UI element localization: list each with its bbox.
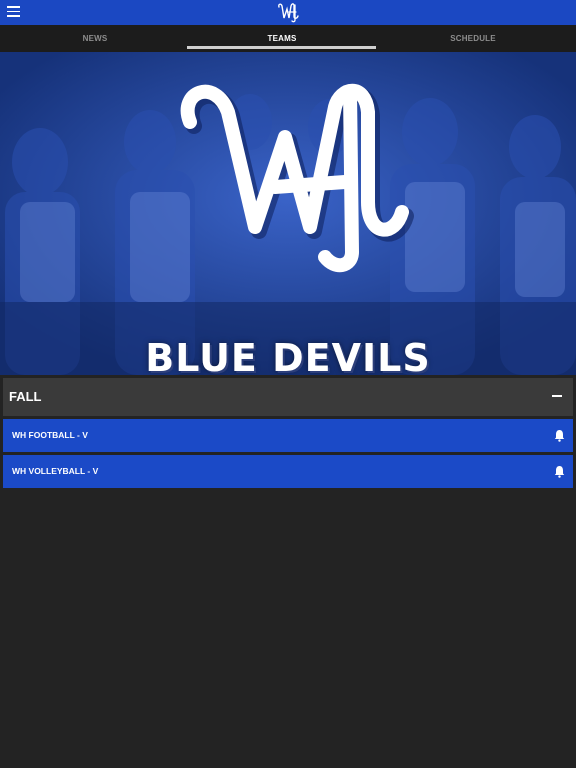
school-logo-icon: [276, 2, 300, 23]
season-header-fall[interactable]: FALL: [3, 378, 573, 416]
team-label: WH VOLLEYBALL - V: [12, 466, 99, 476]
hero-title: BLUE DEVILS: [145, 336, 431, 375]
team-row-volleyball[interactable]: WH VOLLEYBALL - V: [3, 455, 573, 488]
tab-news[interactable]: NEWS: [0, 25, 190, 52]
season-label: FALL: [9, 389, 42, 404]
active-tab-indicator: [187, 46, 376, 49]
team-row-football[interactable]: WH FOOTBALL - V: [3, 419, 573, 452]
hamburger-menu-icon[interactable]: [7, 6, 21, 18]
top-bar: [0, 0, 576, 25]
crowd-photo-image: [0, 52, 576, 375]
tab-schedule[interactable]: SCHEDULE: [378, 25, 568, 52]
hero-banner: BLUE DEVILS: [0, 52, 576, 375]
team-label: WH FOOTBALL - V: [12, 430, 88, 440]
app-root: NEWS TEAMS SCHEDULE BLUE DEVILS FALL WH …: [0, 0, 576, 768]
bell-icon[interactable]: [554, 429, 565, 442]
bell-icon[interactable]: [554, 465, 565, 478]
collapse-minus-icon[interactable]: [552, 395, 562, 398]
